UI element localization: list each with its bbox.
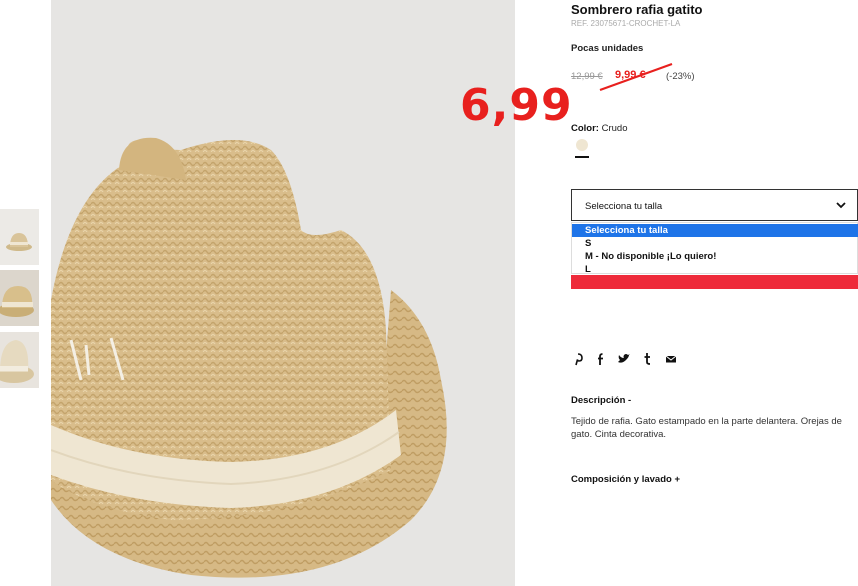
discount-badge: (-23%) xyxy=(666,71,695,82)
thumbnail-back[interactable] xyxy=(0,332,39,388)
thumbnail-strip xyxy=(0,0,40,586)
swatch-selected-indicator xyxy=(575,156,589,158)
tumblr-icon[interactable] xyxy=(641,352,655,366)
sale-price: 9,99 € xyxy=(615,69,646,81)
size-select[interactable]: Selecciona tu talla xyxy=(571,189,858,221)
size-option-m[interactable]: M - No disponible ¡Lo quiero! xyxy=(572,250,858,263)
email-icon[interactable] xyxy=(664,352,678,366)
product-info: Sombrero rafia gatito REF. 23075671-CROC… xyxy=(571,0,858,586)
facebook-icon[interactable] xyxy=(594,352,608,366)
pinterest-icon[interactable] xyxy=(571,352,585,366)
stock-status: Pocas unidades xyxy=(571,43,644,54)
composition-toggle[interactable]: Composición y lavado + xyxy=(571,474,680,485)
product-image xyxy=(51,0,515,586)
product-reference: REF. 23075671-CROCHET-LA xyxy=(571,19,681,28)
product-title: Sombrero rafia gatito xyxy=(571,2,703,17)
twitter-icon[interactable] xyxy=(617,352,631,366)
color-label: Color: xyxy=(571,123,599,134)
size-select-label: Selecciona tu talla xyxy=(585,201,663,212)
size-option-placeholder[interactable]: Selecciona tu talla xyxy=(572,224,858,237)
thumbnail-front[interactable] xyxy=(0,209,39,265)
color-value: Crudo xyxy=(601,123,628,134)
color-swatch-crudo[interactable] xyxy=(576,139,588,151)
thumbnail-side[interactable] xyxy=(0,270,39,326)
size-options-list: Selecciona tu talla S M - No disponible … xyxy=(571,222,858,275)
old-price: 12,99 € xyxy=(571,71,603,82)
description-toggle[interactable]: Descripción - xyxy=(571,395,631,406)
color-row: Color: Crudo xyxy=(571,123,627,134)
description-text: Tejido de rafia. Gato estampado en la pa… xyxy=(571,416,842,440)
annotated-price: 6,99 xyxy=(460,80,573,131)
add-to-cart-bar[interactable] xyxy=(571,275,858,289)
chevron-down-icon xyxy=(836,202,846,209)
size-option-s[interactable]: S xyxy=(572,237,858,250)
